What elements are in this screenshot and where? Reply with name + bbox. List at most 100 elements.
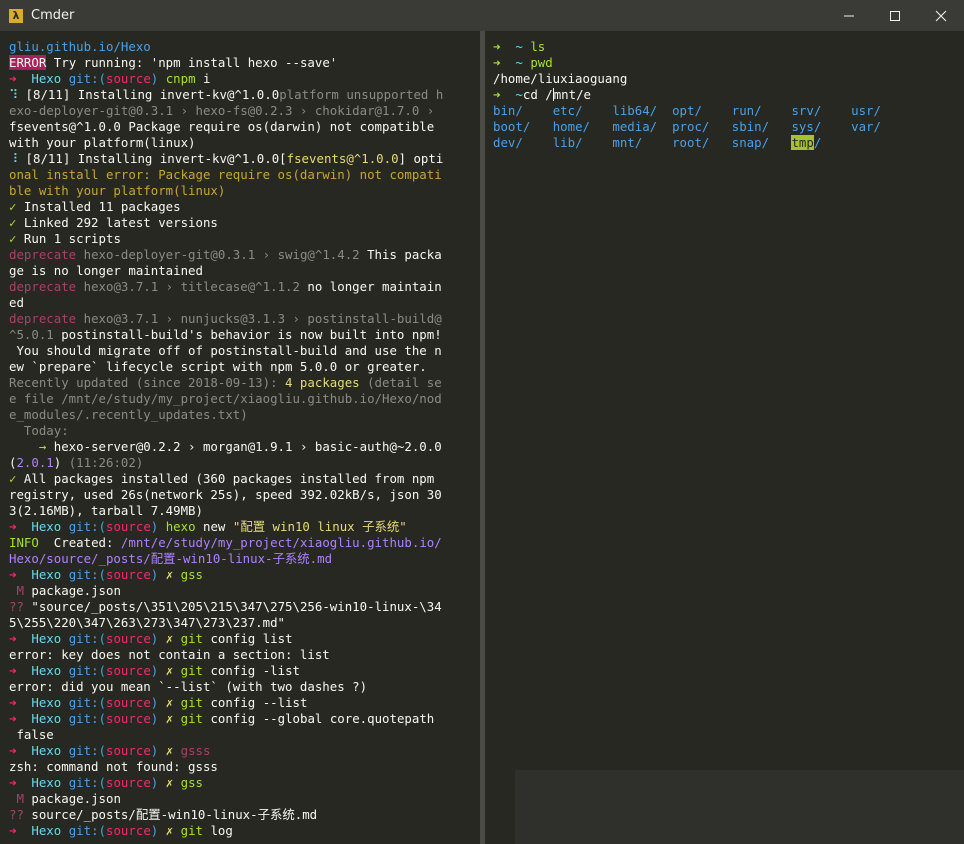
terminal-text: no longer maintain [307, 279, 442, 294]
terminal-line: 5\255\220\347\263\273\347\273\237.md" [9, 615, 480, 631]
terminal-text: ) [150, 71, 166, 86]
terminal-text: M [9, 583, 32, 598]
terminal-text: mnt/e [553, 87, 592, 102]
maximize-button[interactable] [872, 0, 918, 31]
terminal-text: ) [150, 663, 166, 678]
terminal-text: git:( [68, 743, 107, 758]
terminal-text: git:( [68, 823, 107, 838]
terminal-line: zsh: command not found: gsss [9, 759, 480, 775]
terminal-text: git:( [68, 775, 107, 790]
close-button[interactable] [918, 0, 964, 31]
terminal-line: ^5.0.1 postinstall-build's behavior is n… [9, 327, 480, 343]
terminal-text: new [195, 519, 233, 534]
terminal-text: config -list [203, 663, 300, 678]
window-title: Cmder [31, 8, 75, 23]
terminal-text: 5\255\220\347\263\273\347\273\237.md" [9, 615, 286, 630]
terminal-text: ➜ [9, 519, 32, 534]
terminal-text: → [9, 439, 54, 454]
terminal-text: ➜ [9, 631, 32, 646]
terminal-text: ✗ [165, 695, 181, 710]
terminal-line: ➜ Hexo git:(source) ✗ gsss [9, 743, 480, 759]
terminal-text: Today: [9, 423, 69, 438]
terminal-text: You should migrate off of postinstall-bu… [9, 343, 442, 358]
terminal-text: Hexo [31, 71, 69, 86]
terminal-text: config --global core.quotepath [203, 711, 435, 726]
terminal-text: tmp [791, 135, 814, 150]
terminal-line: ✓ Run 1 scripts [9, 231, 480, 247]
left-terminal-pane[interactable]: gliu.github.io/Hexo ERROR Try running: 'n… [0, 31, 480, 844]
terminal-text: hexo [165, 519, 196, 534]
terminal-text: source [106, 743, 151, 758]
terminal-text: git:( [68, 711, 107, 726]
terminal-text: error: did you mean `--list` (with two d… [9, 679, 368, 694]
terminal-text: hexo-deployer-git@0.3.1 › swig@^1.4.2 [83, 247, 368, 262]
terminal-line: ➜ Hexo git:(source) cnpm i [9, 71, 480, 87]
terminal-text: ✗ [165, 567, 181, 582]
terminal-text: ls [530, 39, 546, 54]
terminal-text: ~ [515, 55, 531, 70]
terminal-text: ) [150, 823, 166, 838]
terminal-text: exo-deployer-git@0.3.1 › hexo-fs@0.2.3 ›… [9, 103, 442, 118]
terminal-line: ➜ Hexo git:(source) ✗ git config --list [9, 695, 480, 711]
title-bar[interactable]: λ Cmder [0, 0, 964, 31]
terminal-text: INFO [9, 535, 47, 550]
terminal-line: ➜ Hexo git:(source) ✗ gss [9, 567, 480, 583]
terminal-line: ble with your platform(linux) [9, 183, 480, 199]
terminal-line: exo-deployer-git@0.3.1 › hexo-fs@0.2.3 ›… [9, 103, 480, 119]
minimize-button[interactable] [826, 0, 872, 31]
terminal-text: "source/_posts/\351\205\215\347\275\256-… [31, 599, 442, 614]
terminal-text: ⠹ [9, 87, 26, 102]
terminal-text: usr/ [851, 103, 881, 118]
terminal-text: ✓ [9, 199, 24, 214]
terminal-text: fsevents@^1.0.0 Package require os(darwi… [9, 119, 435, 134]
terminal-text: ) [150, 743, 166, 758]
terminal-text: ~ [515, 87, 523, 102]
terminal-text: source [106, 663, 151, 678]
terminal-line: gliu.github.io/Hexo [9, 39, 480, 55]
terminal-text: lib64/ [612, 103, 673, 118]
terminal-text: log [203, 823, 233, 838]
terminal-line: deprecate hexo@3.7.1 › nunjucks@3.1.3 › … [9, 311, 480, 327]
terminal-text: / [813, 135, 822, 150]
terminal-text: dev/ [493, 135, 553, 150]
terminal-text: etc/ [552, 103, 613, 118]
terminal-line: Hexo/source/_posts/配置-win10-linux-子系统.md [9, 551, 480, 567]
terminal-text: proc/ [672, 119, 732, 134]
terminal-text: source [106, 823, 151, 838]
terminal-text: run/ [731, 103, 792, 118]
terminal-text: ) [150, 567, 166, 582]
terminal-text: ➜ [9, 823, 32, 838]
terminal-text: deprecate [9, 279, 84, 294]
terminal-text: "配置 win10 linux 子系统" [232, 519, 407, 534]
terminal-text: source [106, 775, 151, 790]
terminal-line: error: key does not contain a section: l… [9, 647, 480, 663]
terminal-line: ➜ Hexo git:(source) ✗ git config list [9, 631, 480, 647]
terminal-text: Try running: 'npm install hexo --save' [46, 55, 338, 70]
terminal-text: This packa [367, 247, 442, 262]
terminal-text: git:( [68, 631, 107, 646]
maximize-icon [890, 10, 900, 21]
terminal-text: ➜ [9, 775, 32, 790]
terminal-text: source [106, 567, 151, 582]
terminal-text: Installed 11 packages [23, 199, 181, 214]
terminal-text: source [106, 695, 151, 710]
terminal-line: ✓ Linked 292 latest versions [9, 215, 480, 231]
terminal-text: /mnt/e/study/my_project/xiaogliu.github.… [120, 535, 442, 550]
terminal-text: Created: [46, 535, 121, 550]
terminal-text: srv/ [791, 103, 852, 118]
terminal-text: git:( [68, 695, 107, 710]
terminal-text: source [106, 631, 151, 646]
terminal-text: hexo-server@0.2.2 › morgan@1.9.1 › basic… [53, 439, 442, 454]
terminal-text: opt/ [672, 103, 732, 118]
terminal-text: lib/ [552, 135, 613, 150]
terminal-text: boot/ [493, 119, 553, 134]
terminal-text: ~ [515, 39, 531, 54]
terminal-line: ✓ All packages installed (360 packages i… [9, 471, 480, 487]
terminal-text: Hexo [31, 775, 69, 790]
terminal-text: git [180, 823, 204, 838]
terminal-line: → hexo-server@0.2.2 › morgan@1.9.1 › bas… [9, 439, 480, 455]
right-terminal-pane[interactable]: ➜ ~ ls ➜ ~ pwd/home/liuxiaoguang ➜ ~cd /mn… [485, 31, 964, 844]
terminal-text: var/ [851, 119, 881, 134]
terminal-line: 3(2.16MB), tarball 7.49MB) [9, 503, 480, 519]
terminal-text: Recently updated (since 2018-09-13): [9, 375, 286, 390]
